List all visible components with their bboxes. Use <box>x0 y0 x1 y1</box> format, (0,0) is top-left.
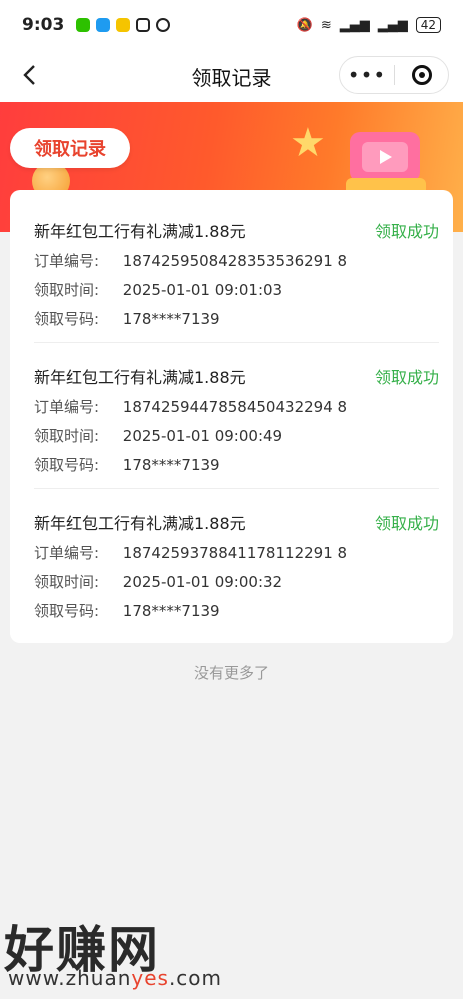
alarm-icon <box>156 18 171 32</box>
close-circle-icon <box>411 65 432 85</box>
claim-phone: 178****7139 <box>122 310 220 328</box>
wifi-icon: ≋ <box>320 17 332 33</box>
chevron-left-icon <box>23 65 35 85</box>
app-icon <box>116 18 131 32</box>
app-icon <box>96 18 111 32</box>
order-number-label: 订单编号: <box>34 252 100 270</box>
claim-time: 2025-01-01 09:00:32 <box>122 573 283 591</box>
order-number-label: 订单编号: <box>34 544 100 562</box>
claim-phone-label: 领取号码: <box>34 602 100 620</box>
status-time: 9:03 <box>22 15 65 35</box>
nav-bar: 领取记录 ••• <box>0 50 463 102</box>
star-icon: ★ <box>290 120 326 166</box>
banner-title-tag: 领取记录 <box>10 128 130 168</box>
claim-phone: 178****7139 <box>122 602 220 620</box>
claim-phone-label: 领取号码: <box>34 456 100 474</box>
claim-time-label: 领取时间: <box>34 427 100 445</box>
close-miniprogram-button[interactable] <box>395 65 448 85</box>
battery-icon: 42 <box>415 17 441 33</box>
status-badge: 领取成功 <box>374 222 439 241</box>
claim-time-label: 领取时间: <box>34 281 100 299</box>
status-badge: 领取成功 <box>374 368 439 387</box>
no-more-text: 没有更多了 <box>193 664 269 682</box>
divider <box>34 488 439 489</box>
status-badge: 领取成功 <box>374 514 439 533</box>
watermark: 好赚网 www.zhuanyes.com <box>0 910 463 999</box>
claim-phone-label: 领取号码: <box>34 310 100 328</box>
order-number: 1874259447858450432294 8 <box>122 398 348 416</box>
list-item: 新年红包工行有礼满减1.88元 领取成功 订单编号: 1874259508428… <box>34 218 439 329</box>
miniprogram-capsule: ••• <box>339 56 449 94</box>
order-number-label: 订单编号: <box>34 398 100 416</box>
back-button[interactable] <box>14 60 44 90</box>
page-title: 领取记录 <box>191 65 272 90</box>
claim-phone: 178****7139 <box>122 456 220 474</box>
order-number: 1874259508428353536291 8 <box>122 252 348 270</box>
list-item: 新年红包工行有礼满减1.88元 领取成功 订单编号: 1874259447858… <box>34 364 439 475</box>
records-card: 新年红包工行有礼满减1.88元 领取成功 订单编号: 1874259508428… <box>10 190 453 643</box>
signal-icon: ▂▄▆ <box>339 17 370 33</box>
wechat-icon <box>76 18 91 32</box>
mute-icon: 🔕 <box>296 17 313 33</box>
claim-time-label: 领取时间: <box>34 573 100 591</box>
nfc-icon <box>136 18 151 32</box>
list-item: 新年红包工行有礼满减1.88元 领取成功 订单编号: 1874259378841… <box>34 510 439 621</box>
status-bar: 9:03 🔕 ≋ ▂▄▆ ▂▄▆ 42 <box>0 0 463 50</box>
claim-time: 2025-01-01 09:00:49 <box>122 427 283 445</box>
watermark-url: www.zhuanyes.com <box>8 966 223 990</box>
signal-icon: ▂▄▆ <box>377 17 408 33</box>
divider <box>34 342 439 343</box>
order-number: 1874259378841178112291 8 <box>122 544 348 562</box>
claim-time: 2025-01-01 09:01:03 <box>122 281 283 299</box>
more-button[interactable]: ••• <box>340 63 394 87</box>
